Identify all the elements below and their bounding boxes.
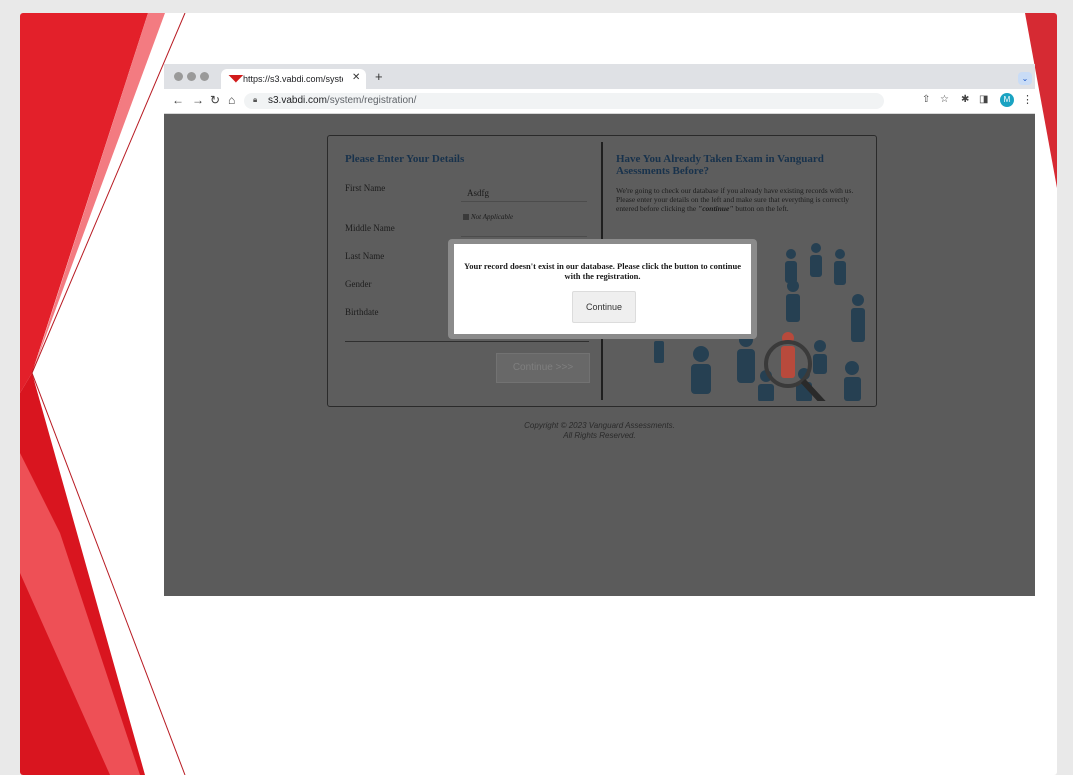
last-name-label: Last Name [345, 251, 385, 261]
copyright: Copyright © 2023 Vanguard Assessments. A… [164, 421, 1035, 441]
tab-bar: ◥◤ https://s3.vabdi.com/system/re ✕ + ⌄ [164, 64, 1035, 89]
url-path: /system/registration/ [326, 95, 417, 106]
birthdate-label: Birthdate [345, 307, 379, 317]
window-minimize-dot[interactable] [187, 72, 196, 81]
forward-icon[interactable]: → [192, 93, 204, 107]
info-text: We're going to check our database if you… [616, 186, 866, 213]
menu-icon[interactable]: ⋮ [1022, 93, 1033, 106]
record-not-found-dialog: Your record doesn't exist in our databas… [454, 244, 751, 334]
slide: ◥◤ https://s3.vabdi.com/system/re ✕ + ⌄ … [20, 13, 1057, 775]
modal-overlay-frame: Your record doesn't exist in our databas… [448, 239, 757, 339]
browser-tab[interactable]: ◥◤ https://s3.vabdi.com/system/re ✕ [221, 69, 366, 89]
copyright-line-2: All Rights Reserved. [563, 431, 636, 440]
first-name-value: Asdfg [467, 188, 489, 198]
page-viewport: Please Enter Your Details First Name Asd… [164, 114, 1035, 596]
window-zoom-dot[interactable] [200, 72, 209, 81]
star-icon[interactable]: ☆ [940, 94, 949, 105]
home-icon[interactable]: ⌂ [228, 93, 235, 107]
tab-close-icon[interactable]: ✕ [352, 72, 360, 83]
window-close-dot[interactable] [174, 72, 183, 81]
form-divider [345, 341, 589, 342]
copyright-line-1: Copyright © 2023 Vanguard Assessments. [524, 421, 675, 430]
first-name-field[interactable]: Asdfg [461, 181, 587, 202]
lock-icon: 🔒︎ [253, 95, 258, 104]
sidebar-icon[interactable]: ◨ [979, 94, 988, 105]
profile-avatar[interactable]: M [1000, 93, 1014, 107]
info-text-part2: button on the left. [733, 204, 789, 213]
first-name-label: First Name [345, 183, 386, 193]
tab-search-icon[interactable]: ⌄ [1018, 72, 1032, 85]
form-continue-button[interactable]: Continue >>> [496, 353, 590, 383]
tab-title: https://s3.vabdi.com/system/re [243, 74, 343, 84]
form-heading: Please Enter Your Details [345, 153, 465, 165]
info-text-emphasis: "continue" [698, 204, 734, 213]
checkbox-icon [463, 214, 469, 220]
not-applicable-checkbox[interactable]: Not Applicable [463, 213, 513, 221]
not-applicable-label: Not Applicable [471, 213, 514, 221]
dialog-continue-button[interactable]: Continue [572, 291, 636, 323]
new-tab-button[interactable]: + [375, 69, 383, 84]
browser-window: ◥◤ https://s3.vabdi.com/system/re ✕ + ⌄ … [164, 64, 1035, 596]
reload-icon[interactable]: ↻ [210, 93, 220, 107]
dialog-message: Your record doesn't exist in our databas… [464, 261, 741, 281]
url-field[interactable]: 🔒︎ s3.vabdi.com/system/registration/ [244, 93, 884, 109]
url-host: s3.vabdi.com [268, 95, 327, 106]
share-icon[interactable]: ⇧ [922, 94, 930, 105]
middle-name-label: Middle Name [345, 223, 395, 233]
address-bar: ← → ↻ ⌂ 🔒︎ s3.vabdi.com/system/registrat… [164, 89, 1035, 114]
info-heading: Have You Already Taken Exam in Vanguard … [616, 153, 824, 177]
back-icon[interactable]: ← [172, 93, 184, 107]
middle-name-field[interactable] [461, 222, 587, 237]
gender-label: Gender [345, 279, 372, 289]
site-favicon-icon: ◥◤ [229, 73, 243, 83]
extensions-icon[interactable]: ✱ [961, 94, 969, 105]
